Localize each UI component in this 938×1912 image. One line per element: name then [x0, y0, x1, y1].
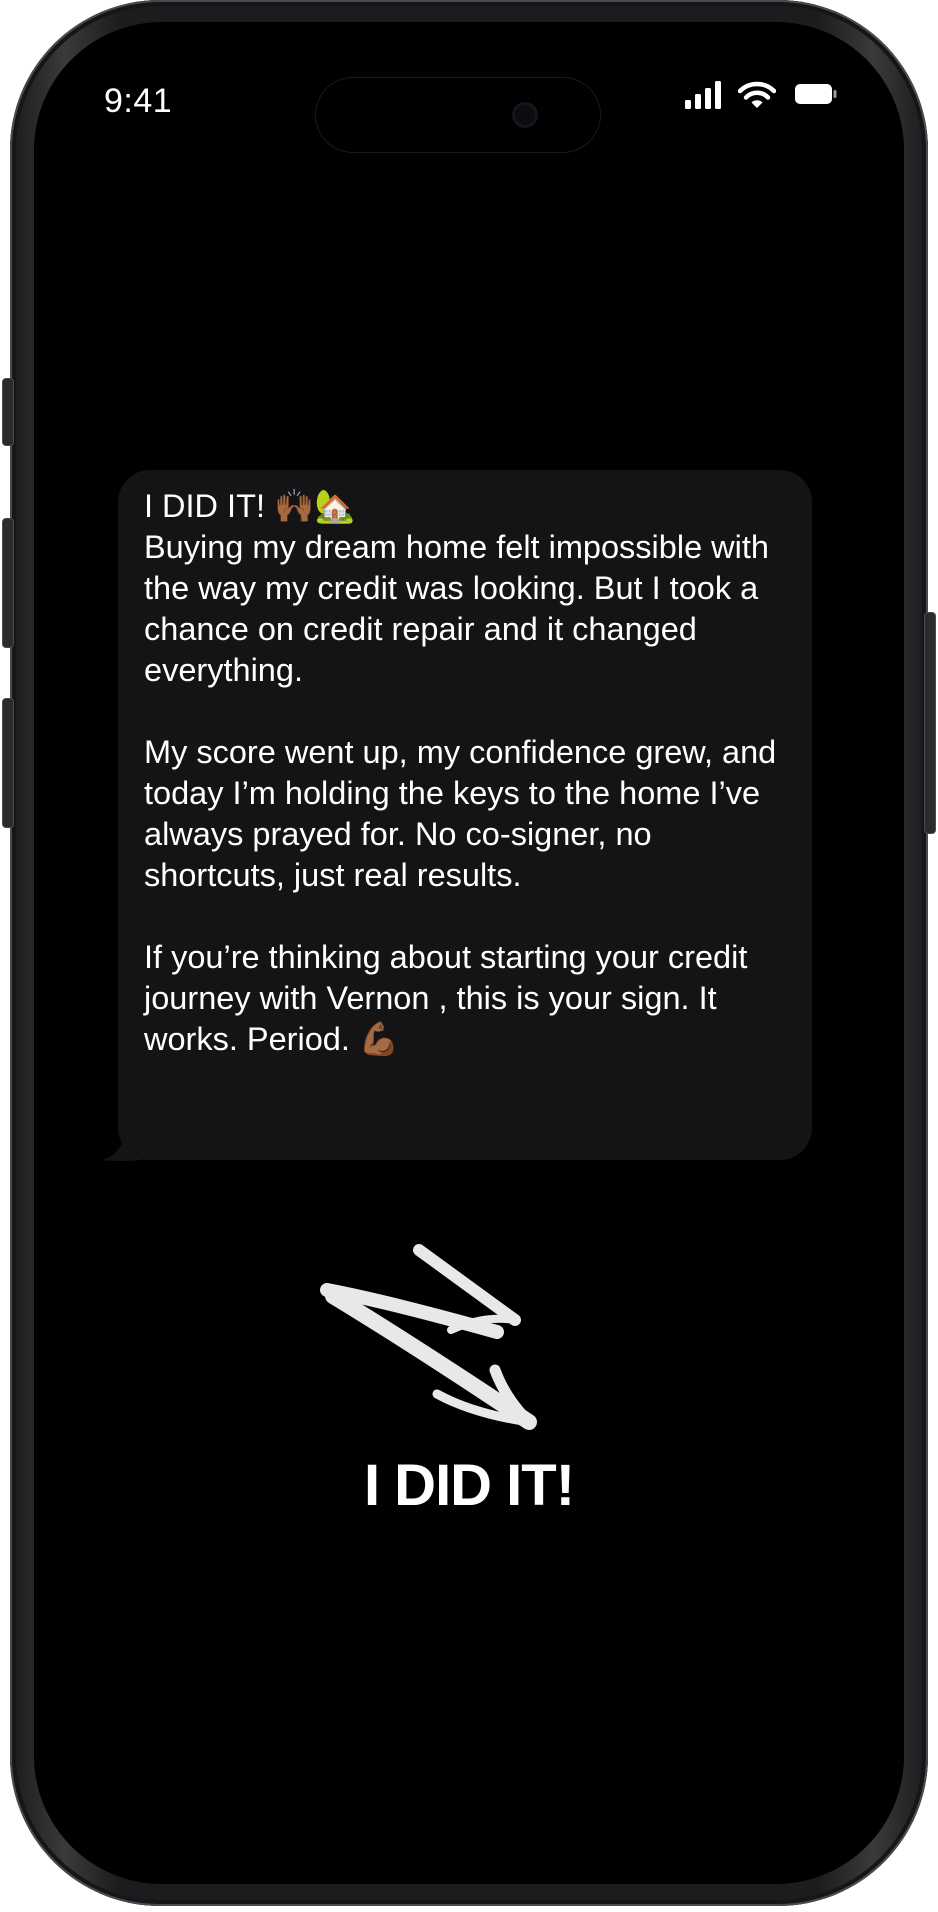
front-camera-icon — [512, 102, 538, 128]
message-bubble-tail — [102, 1122, 142, 1161]
volume-down-button — [2, 698, 14, 828]
hand-drawn-arrow-icon — [320, 1244, 537, 1430]
volume-up-button — [2, 518, 14, 648]
action-button — [2, 378, 14, 446]
status-bar: 9:41 — [34, 22, 904, 152]
wifi-icon — [738, 81, 776, 108]
dynamic-island — [316, 78, 600, 152]
phone-screen: 9:41 I DID IT! 🙌🏾🏡 Buying my dream home … — [34, 22, 904, 1884]
message-text: I DID IT! 🙌🏾🏡 Buying my dream home felt … — [144, 488, 777, 1057]
caption-title: I DID IT! — [363, 1453, 575, 1518]
status-time: 9:41 — [104, 82, 173, 120]
power-button — [924, 612, 936, 834]
message-bubble[interactable]: I DID IT! 🙌🏾🏡 Buying my dream home felt … — [118, 470, 812, 1160]
battery-icon — [795, 84, 837, 104]
cellular-signal-icon — [685, 81, 721, 109]
